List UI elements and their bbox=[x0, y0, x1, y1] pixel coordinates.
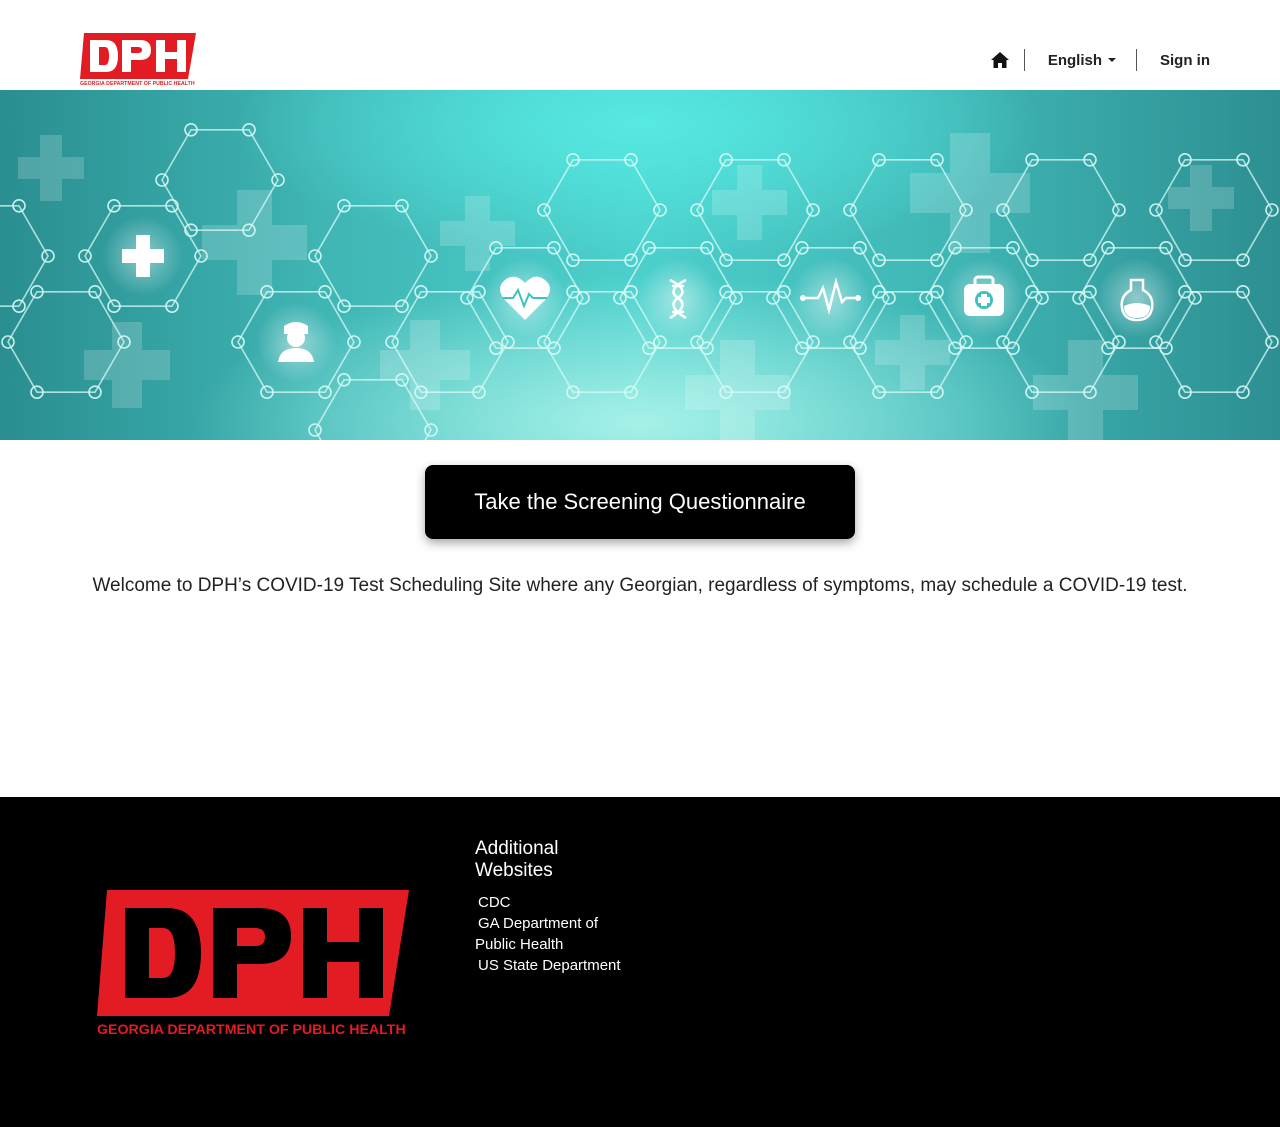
top-nav: English Sign in bbox=[976, 44, 1210, 76]
dph-logo-mark bbox=[80, 33, 196, 79]
welcome-message: Welcome to DPH’s COVID-19 Test Schedulin… bbox=[92, 575, 1188, 596]
hero-graphic bbox=[0, 122, 1279, 440]
site-header: GEORGIA DEPARTMENT OF PUBLIC HEALTH Engl… bbox=[0, 0, 1280, 90]
home-link[interactable] bbox=[976, 44, 1024, 76]
caret-down-icon bbox=[1108, 58, 1116, 62]
language-dropdown[interactable]: English bbox=[1025, 44, 1136, 76]
footer-dph-logo: GEORGIA DEPARTMENT OF PUBLIC HEALTH bbox=[97, 890, 409, 1040]
logo-tagline: GEORGIA DEPARTMENT OF PUBLIC HEALTH bbox=[80, 81, 195, 87]
home-icon bbox=[990, 52, 1009, 68]
link-us-state-dept-label: US State Department bbox=[478, 957, 621, 974]
sign-in-link[interactable]: Sign in bbox=[1137, 44, 1210, 76]
dph-logo[interactable]: GEORGIA DEPARTMENT OF PUBLIC HEALTH bbox=[80, 33, 196, 88]
link-ga-dph[interactable]: GA Department of Public Health bbox=[475, 913, 635, 955]
additional-websites: Additional Websites CDC GA Department of… bbox=[475, 838, 635, 976]
links-heading: Additional Websites bbox=[475, 838, 559, 881]
link-cdc-label: CDC bbox=[478, 894, 511, 911]
hero-banner bbox=[0, 90, 1280, 440]
language-label: English bbox=[1047, 51, 1102, 69]
hexagon-shape bbox=[1155, 158, 1273, 262]
footer-logo-tagline: GEORGIA DEPARTMENT OF PUBLIC HEALTH bbox=[97, 1022, 406, 1038]
screening-questionnaire-button[interactable]: Take the Screening Questionnaire bbox=[425, 465, 855, 539]
link-cdc[interactable]: CDC bbox=[475, 892, 635, 913]
hexagon-shape bbox=[314, 204, 432, 308]
footer-dph-logo-mark bbox=[97, 890, 409, 1016]
hexagon-shape bbox=[543, 158, 661, 262]
link-ga-dph-label: GA Department of Public Health bbox=[475, 915, 599, 953]
link-us-state-dept[interactable]: US State Department bbox=[475, 955, 635, 976]
site-footer: GEORGIA DEPARTMENT OF PUBLIC HEALTH bbox=[0, 797, 1280, 1127]
